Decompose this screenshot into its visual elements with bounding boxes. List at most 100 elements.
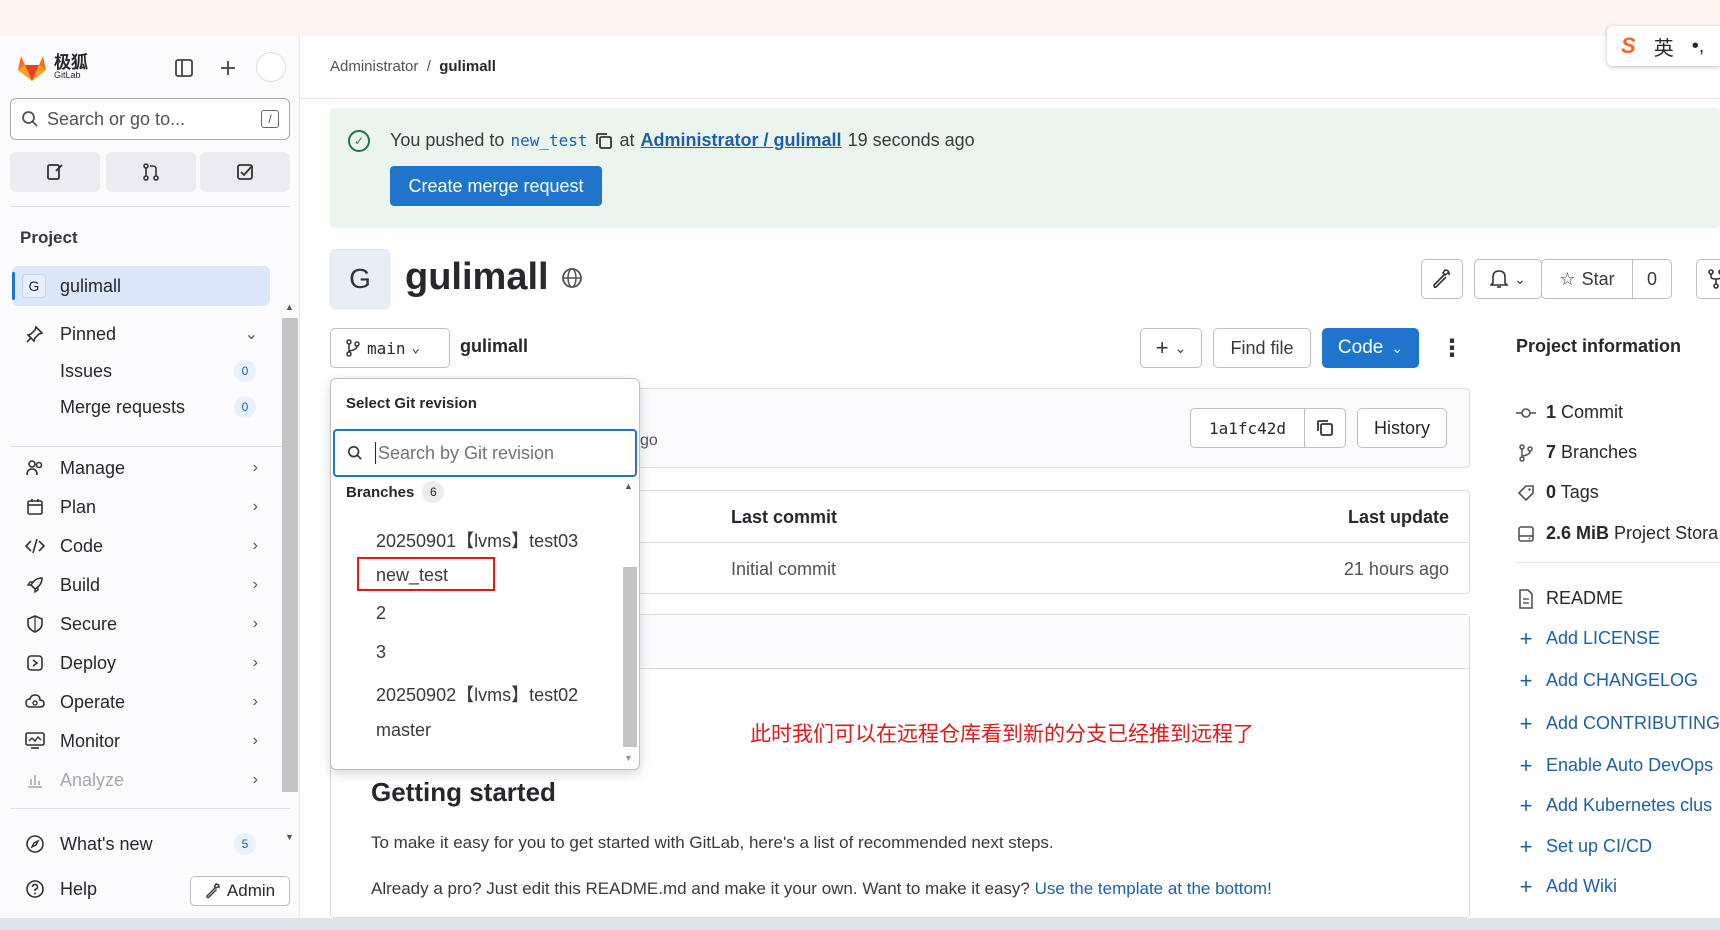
ime-language-toggle[interactable]: 英 <box>1654 32 1674 61</box>
branches-link[interactable]: 7 Branches <box>1516 442 1637 463</box>
merge-requests-button[interactable] <box>106 152 196 192</box>
project-info-divider <box>1516 562 1720 563</box>
project-name-heading: gulimall <box>405 256 549 298</box>
copy-sha-button[interactable] <box>1304 408 1346 448</box>
browser-top-strip <box>0 0 1720 36</box>
sidebar-divider <box>10 206 290 207</box>
star-count[interactable]: 0 <box>1632 259 1672 299</box>
add-wiki-link[interactable]: + Add Wiki <box>1516 874 1618 899</box>
tags-link[interactable]: 0 Tags <box>1516 482 1599 503</box>
scroll-up-arrow-icon[interactable]: ▲ <box>624 481 633 491</box>
star-button[interactable]: ☆ Star <box>1541 259 1633 299</box>
globe-icon <box>561 267 582 288</box>
current-branch: main <box>367 338 406 358</box>
sidebar-item-plan[interactable]: Plan › <box>12 489 270 525</box>
sidebar-item-help[interactable]: Help <box>12 871 172 907</box>
ime-punctuation-toggle[interactable]: •, <box>1692 35 1705 58</box>
scroll-down-arrow-icon[interactable]: ▼ <box>285 832 294 842</box>
fork-button[interactable] <box>1696 259 1720 299</box>
create-new-icon[interactable] <box>214 54 242 82</box>
path-project-name[interactable]: gulimall <box>460 336 528 357</box>
setup-cicd-link[interactable]: + Set up CI/CD <box>1516 833 1652 859</box>
history-button[interactable]: History <box>1357 408 1447 448</box>
assigned-issues-button[interactable] <box>10 152 100 192</box>
gitlab-fox-icon <box>18 56 46 81</box>
gitlab-logo[interactable]: 极狐 GitLab <box>16 52 88 82</box>
sidebar-item-analyze[interactable]: Analyze › <box>12 762 270 798</box>
notifications-dropdown[interactable]: ⌄ <box>1474 259 1542 299</box>
scroll-up-arrow-icon[interactable]: ▲ <box>285 302 294 312</box>
star-icon: ☆ <box>1559 268 1576 289</box>
revision-search-input[interactable]: Search by Git revision <box>333 429 637 477</box>
settings-button[interactable] <box>1421 259 1463 299</box>
admin-area-button[interactable]: Admin <box>190 876 290 906</box>
disk-icon <box>1516 524 1536 544</box>
add-kubernetes-link[interactable]: + Add Kubernetes clus <box>1516 793 1713 818</box>
add-changelog-link[interactable]: + Add CHANGELOG <box>1516 668 1699 693</box>
readme-template-link[interactable]: Use the template at the bottom! <box>1035 879 1272 898</box>
scroll-down-arrow-icon[interactable]: ▼ <box>624 753 633 763</box>
copy-icon[interactable] <box>594 131 614 151</box>
sidebar-item-operate[interactable]: Operate › <box>12 684 270 720</box>
add-contributing-link[interactable]: + Add CONTRIBUTING <box>1516 711 1720 736</box>
sidebar-item-merge-requests[interactable]: Merge requests 0 <box>12 389 270 425</box>
chevron-right-icon: › <box>252 615 258 632</box>
branch-option[interactable]: 3 <box>376 642 386 663</box>
repo-link[interactable]: Administrator / gulimall <box>641 130 842 151</box>
code-dropdown-button[interactable]: Code ⌄ <box>1322 328 1419 368</box>
sidebar-item-manage[interactable]: Manage › <box>12 450 270 486</box>
enable-auto-devops-link[interactable]: + Enable Auto DevOps <box>1516 753 1714 778</box>
sogou-icon[interactable]: S <box>1621 33 1636 59</box>
readme-link[interactable]: README <box>1516 588 1623 609</box>
branch-option[interactable]: 20250902【lvms】test02 <box>376 681 578 707</box>
admin-label: Admin <box>226 881 276 900</box>
dropdown-scrollbar[interactable]: ▲ ▼ <box>621 481 637 767</box>
chevron-down-icon: ⌄ <box>1514 270 1526 287</box>
sidebar-item-secure[interactable]: Secure › <box>12 606 270 642</box>
add-contributing-label: Add CONTRIBUTING <box>1546 713 1720 733</box>
sidebar-scrollbar[interactable]: ▲ ▼ <box>282 300 298 848</box>
commit-sha-button[interactable]: 1a1fc42d <box>1190 408 1305 448</box>
sidebar-pinned-label: Pinned <box>60 323 117 344</box>
row-last-commit[interactable]: Initial commit <box>731 559 836 580</box>
chevron-right-icon: › <box>252 498 258 515</box>
sidebar-item-pinned[interactable]: Pinned ⌄ <box>12 316 270 352</box>
branch-option[interactable]: master <box>376 720 431 741</box>
todo-list-button[interactable] <box>200 152 290 192</box>
sidebar-item-whats-new[interactable]: What's new 5 <box>12 826 270 862</box>
sidebar-item-build[interactable]: Build › <box>12 567 270 603</box>
storage-info: 2.6 MiB Project Stora <box>1516 523 1718 544</box>
sidebar-item-monitor[interactable]: Monitor › <box>12 723 270 759</box>
branch-selector[interactable]: main ⌄ <box>330 328 450 368</box>
branches-count-badge: 6 <box>422 481 445 503</box>
sidebar-item-deploy[interactable]: Deploy › <box>12 645 270 681</box>
sidebar-code-label: Code <box>60 535 104 556</box>
ime-toolbar[interactable]: S 英 •, <box>1607 26 1720 66</box>
more-actions-icon[interactable]: ⋮ <box>1440 334 1464 363</box>
breadcrumb-owner[interactable]: Administrator <box>330 58 418 75</box>
commits-link[interactable]: 1 Commit <box>1516 402 1623 423</box>
push-alert-time: 19 seconds ago <box>847 130 975 150</box>
readme-label: README <box>1546 588 1624 608</box>
sidebar-scrollbar-thumb[interactable] <box>282 318 298 792</box>
search-input[interactable]: Search or go to... / <box>10 98 290 140</box>
dropdown-scrollbar-thumb[interactable] <box>623 567 637 747</box>
sidebar-item-project[interactable]: G gulimall <box>12 266 270 306</box>
add-license-link[interactable]: + Add LICENSE <box>1516 626 1661 651</box>
shield-icon <box>24 613 46 635</box>
create-merge-request-button[interactable]: Create merge request <box>390 166 602 206</box>
mr-count-badge: 0 <box>234 396 256 418</box>
sidebar-item-code[interactable]: Code › <box>12 528 270 564</box>
breadcrumb-project[interactable]: gulimall <box>439 58 496 75</box>
sidebar-item-issues[interactable]: Issues 0 <box>12 353 270 389</box>
toggle-sidebar-icon[interactable] <box>170 54 198 82</box>
branch-option[interactable]: 20250901【lvms】test03 <box>376 527 578 553</box>
find-file-button[interactable]: Find file <box>1213 328 1311 368</box>
add-to-tree-dropdown[interactable]: + ⌄ <box>1140 328 1202 368</box>
plus-icon: + <box>1519 833 1533 859</box>
sidebar-divider <box>10 808 290 809</box>
sidebar-whats-new-label: What's new <box>60 833 153 854</box>
user-avatar[interactable] <box>256 52 286 82</box>
add-wiki-label: Add Wiki <box>1546 876 1618 896</box>
branch-option[interactable]: 2 <box>376 603 386 624</box>
